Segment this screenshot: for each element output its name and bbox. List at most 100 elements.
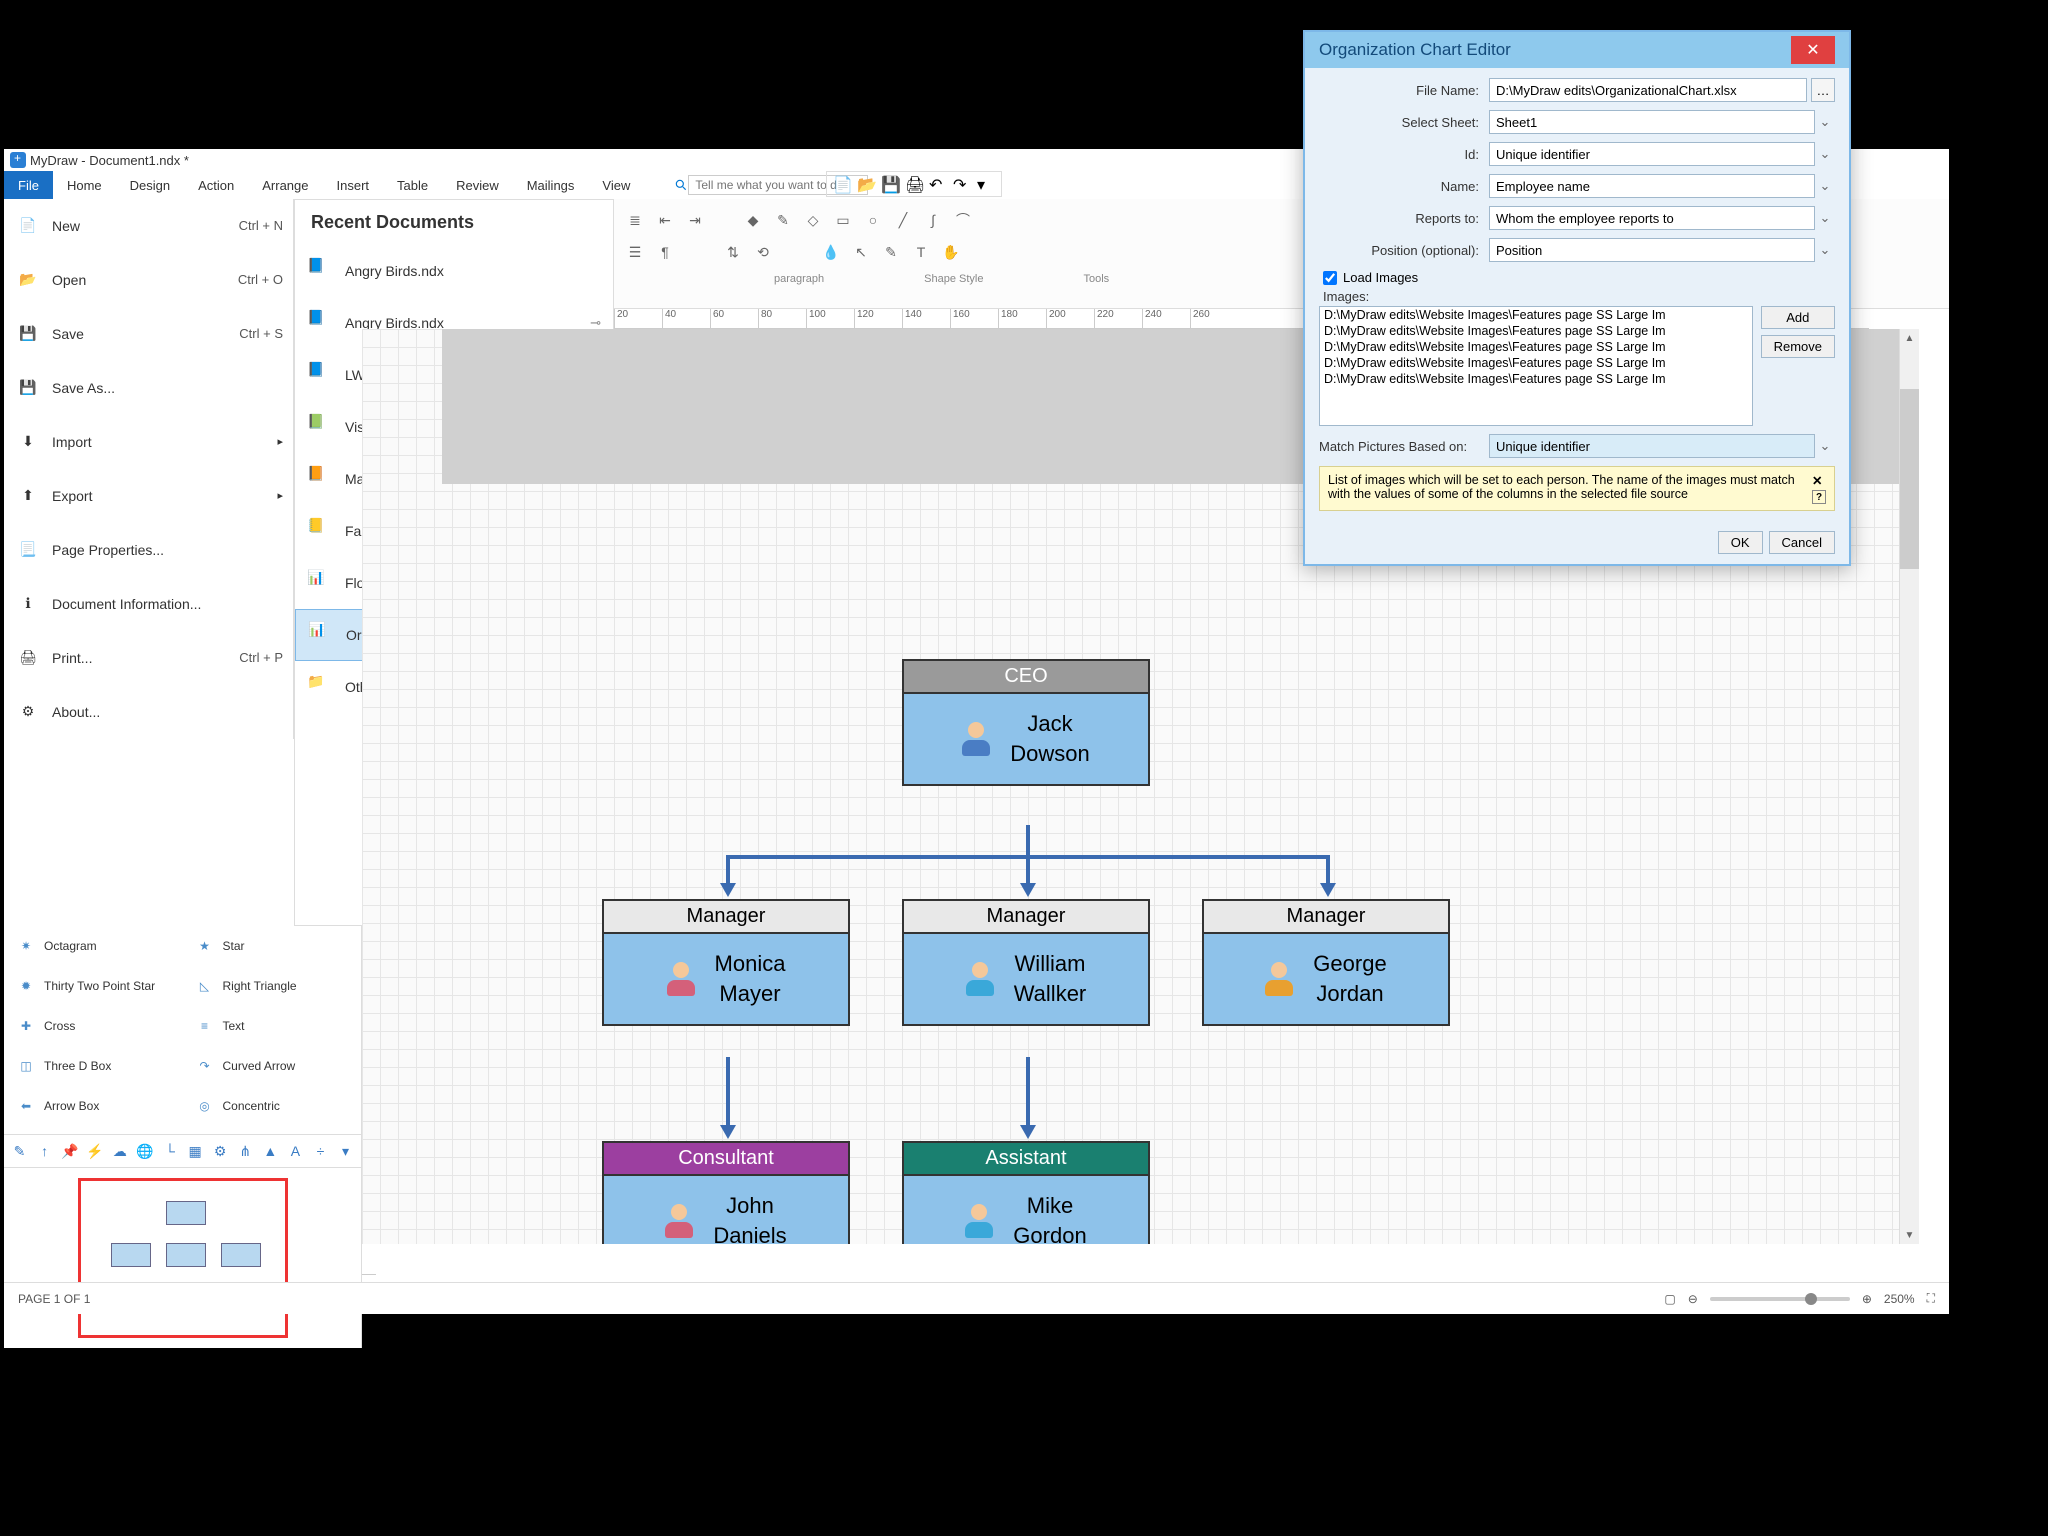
qat-print-icon[interactable]: 🖨 [905, 175, 923, 193]
images-list[interactable]: D:\MyDraw edits\Website Images\Features … [1319, 306, 1753, 426]
chevron-down-icon[interactable]: ⌄ [1815, 438, 1835, 454]
vertical-scrollbar[interactable]: ▲ ▼ [1899, 329, 1919, 1244]
scroll-down-icon[interactable]: ▼ [1900, 1226, 1919, 1244]
tip-close-icon[interactable]: ✕ [1812, 473, 1826, 488]
tab-review[interactable]: Review [442, 171, 513, 199]
name-select[interactable] [1489, 174, 1815, 198]
tab-table[interactable]: Table [383, 171, 442, 199]
ellipse-icon[interactable]: ○ [862, 209, 884, 231]
scroll-thumb[interactable] [1900, 389, 1919, 569]
chevron-down-icon[interactable]: ⌄ [1815, 178, 1835, 194]
rect-icon[interactable]: ▭ [832, 209, 854, 231]
id-select[interactable] [1489, 142, 1815, 166]
qat-undo-icon[interactable]: ↶ [929, 175, 947, 193]
file-name-input[interactable] [1489, 78, 1807, 102]
org-node-ceo[interactable]: CEO Jack Dowson [902, 659, 1150, 786]
shape-arrow-box[interactable]: ⬅Arrow Box [4, 1086, 183, 1126]
tab-file[interactable]: File [4, 171, 53, 199]
tab-arrange[interactable]: Arrange [248, 171, 322, 199]
position-select[interactable] [1489, 238, 1815, 262]
shape-right-triangle[interactable]: ◺Right Triangle [183, 966, 362, 1006]
fit-icon[interactable]: ⛶ [1927, 1291, 1935, 1306]
chevron-down-icon[interactable]: ⌄ [1815, 146, 1835, 162]
cog-icon[interactable]: ⚙ [211, 1141, 230, 1161]
zoom-in-icon[interactable]: ⊕ [1862, 1292, 1872, 1306]
qat-redo-icon[interactable]: ↷ [953, 175, 971, 193]
org-node-manager[interactable]: Manager William Wallker [902, 899, 1150, 1026]
shape-cross[interactable]: ✚Cross [4, 1006, 183, 1046]
recent-item[interactable]: 📘Angry Birds.ndx [295, 245, 613, 297]
grid-icon[interactable]: ▦ [186, 1141, 205, 1161]
shape-icon[interactable]: ◇ [802, 209, 824, 231]
indent-icon[interactable]: ⇤ [654, 209, 676, 231]
tab-action[interactable]: Action [184, 171, 248, 199]
sheet-select[interactable] [1489, 110, 1815, 134]
org-node-consultant[interactable]: Consultant John Daniels [602, 1141, 850, 1244]
shape-concentric[interactable]: ◎Concentric [183, 1086, 362, 1126]
zoom-out-icon[interactable]: ⊖ [1688, 1292, 1698, 1306]
org-node-manager[interactable]: Manager George Jordan [1202, 899, 1450, 1026]
org-node-assistant[interactable]: Assistant Mike Gordon [902, 1141, 1150, 1244]
match-select[interactable] [1489, 434, 1815, 458]
align-icon[interactable]: ≣ [624, 209, 646, 231]
file-export[interactable]: ⬆Export▸ [4, 469, 293, 523]
reports-select[interactable] [1489, 206, 1815, 230]
shape-text[interactable]: ≡Text [183, 1006, 362, 1046]
brush-icon[interactable]: ✎ [772, 209, 794, 231]
flip-icon[interactable]: ⇅ [722, 241, 744, 263]
tab-view[interactable]: View [588, 171, 644, 199]
shape-star[interactable]: ★Star [183, 926, 362, 966]
file-new[interactable]: 📄NewCtrl + N [4, 199, 293, 253]
file-save-as[interactable]: 💾Save As... [4, 361, 293, 415]
rotate-icon[interactable]: ⟲ [752, 241, 774, 263]
chevron-down-icon[interactable]: ⌄ [1815, 114, 1835, 130]
chevron-down-icon[interactable]: ⌄ [1815, 242, 1835, 258]
add-button[interactable]: Add [1761, 306, 1835, 329]
chart-icon[interactable]: ▲ [261, 1141, 280, 1161]
shape-octagram[interactable]: ✷Octagram [4, 926, 183, 966]
qat-open-icon[interactable]: 📂 [857, 175, 875, 193]
zoom-slider[interactable] [1710, 1297, 1850, 1301]
shape-3d-box[interactable]: ◫Three D Box [4, 1046, 183, 1086]
file-print[interactable]: 🖨Print...Ctrl + P [4, 631, 293, 685]
pen-icon[interactable]: ✎ [880, 241, 902, 263]
qat-dropdown-icon[interactable]: ▾ [977, 175, 995, 193]
tab-design[interactable]: Design [116, 171, 184, 199]
file-about[interactable]: ⚙About... [4, 685, 293, 739]
up-icon[interactable]: ↑ [35, 1141, 54, 1161]
file-open[interactable]: 📂OpenCtrl + O [4, 253, 293, 307]
shape-32-point-star[interactable]: ✹Thirty Two Point Star [4, 966, 183, 1006]
bolt-icon[interactable]: ⚡ [85, 1141, 104, 1161]
curve-icon[interactable]: ∫ [922, 209, 944, 231]
line-icon[interactable]: ╱ [892, 209, 914, 231]
page-thumbnail[interactable] [78, 1178, 288, 1338]
eyedropper-icon[interactable]: 💧 [820, 241, 842, 263]
scroll-up-icon[interactable]: ▲ [1900, 329, 1919, 347]
file-document-info[interactable]: ℹDocument Information... [4, 577, 293, 631]
text-icon[interactable]: T [910, 241, 932, 263]
view-icon[interactable]: ▢ [1664, 1292, 1675, 1306]
bullets-icon[interactable]: ☰ [624, 241, 646, 263]
outdent-icon[interactable]: ⇥ [684, 209, 706, 231]
cloud-icon[interactable]: ☁ [110, 1141, 129, 1161]
text-a-icon[interactable]: A [286, 1141, 305, 1161]
tab-home[interactable]: Home [53, 171, 116, 199]
file-page-properties[interactable]: 📃Page Properties... [4, 523, 293, 577]
browse-button[interactable]: … [1811, 78, 1835, 102]
edit-icon[interactable]: ✎ [10, 1141, 29, 1161]
qat-new-icon[interactable]: 📄 [833, 175, 851, 193]
chevron-down-icon[interactable]: ⌄ [1815, 210, 1835, 226]
ok-button[interactable]: OK [1718, 531, 1763, 554]
file-save[interactable]: 💾SaveCtrl + S [4, 307, 293, 361]
tab-mailings[interactable]: Mailings [513, 171, 589, 199]
qat-save-icon[interactable]: 💾 [881, 175, 899, 193]
tip-help-icon[interactable]: ? [1812, 490, 1826, 504]
dialog-close-button[interactable]: ✕ [1791, 36, 1835, 64]
globe-icon[interactable]: 🌐 [135, 1141, 154, 1161]
more-icon[interactable]: ▾ [336, 1141, 355, 1161]
arc-icon[interactable]: ⌒ [952, 209, 974, 231]
file-import[interactable]: ⬇Import▸ [4, 415, 293, 469]
fill-icon[interactable]: ◆ [742, 209, 764, 231]
divide-icon[interactable]: ÷ [311, 1141, 330, 1161]
pilcrow-icon[interactable]: ¶ [654, 241, 676, 263]
